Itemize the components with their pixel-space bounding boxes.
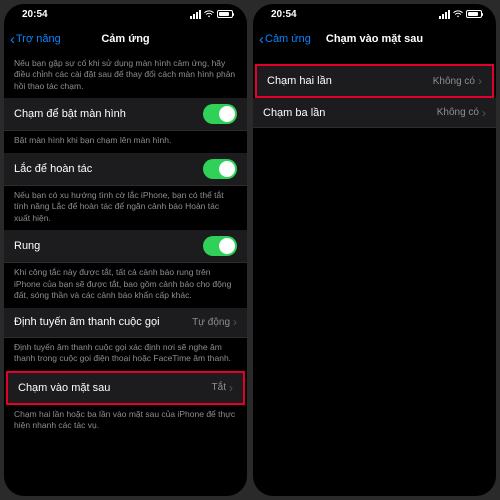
- row-back-tap[interactable]: Chạm vào mặt sau Tắt ›: [8, 373, 243, 403]
- status-right: [190, 10, 233, 19]
- row-audio-routing[interactable]: Định tuyến âm thanh cuộc gọi Tự động ›: [4, 308, 247, 338]
- chevron-right-icon: ›: [229, 381, 233, 395]
- row-shake-undo[interactable]: Lắc để hoàn tác: [4, 153, 247, 186]
- row-value: Tắt ›: [212, 381, 233, 395]
- status-time: 20:54: [22, 9, 48, 20]
- wifi-icon: [204, 10, 214, 18]
- row-label: Chạm hai lần: [267, 75, 332, 87]
- battery-icon: [217, 10, 233, 18]
- status-time: 20:54: [271, 9, 297, 20]
- wifi-icon: [453, 10, 463, 18]
- status-bar: 20:54: [4, 4, 247, 24]
- row-vibration[interactable]: Rung: [4, 230, 247, 263]
- row-double-tap[interactable]: Chạm hai lần Không có ›: [257, 66, 492, 96]
- signal-icon: [439, 10, 450, 19]
- chevron-left-icon: ‹: [259, 32, 264, 47]
- desc-vibe: Khi công tắc này được tắt, tất cả cảnh b…: [4, 263, 247, 307]
- status-bar: 20:54: [253, 4, 496, 24]
- row-tap-to-wake[interactable]: Chạm để bật màn hình: [4, 98, 247, 131]
- row-label: Chạm để bật màn hình: [14, 108, 126, 120]
- status-right: [439, 10, 482, 19]
- back-button[interactable]: ‹ Trợ năng: [10, 32, 61, 47]
- nav-bar: ‹ Cảm ứng Chạm vào mặt sau: [253, 24, 496, 54]
- content: Nếu bạn gặp sự cố khi sử dụng màn hình c…: [4, 54, 247, 496]
- phone-left: 20:54 ‹ Trợ năng Cảm ứng Nếu bạn gặp sự …: [4, 4, 247, 496]
- toggle-on-icon[interactable]: [203, 236, 237, 256]
- row-value: Không có ›: [437, 106, 486, 120]
- toggle-on-icon[interactable]: [203, 104, 237, 124]
- highlight-box: Chạm hai lần Không có ›: [255, 64, 494, 98]
- highlight-box: Chạm vào mặt sau Tắt ›: [6, 371, 245, 405]
- row-label: Chạm ba lần: [263, 107, 325, 119]
- signal-icon: [190, 10, 201, 19]
- back-label: Trợ năng: [16, 33, 61, 45]
- battery-icon: [466, 10, 482, 18]
- row-label: Lắc để hoàn tác: [14, 163, 92, 175]
- phone-right: 20:54 ‹ Cảm ứng Chạm vào mặt sau Chạm ha…: [253, 4, 496, 496]
- desc-audio: Định tuyến âm thanh cuộc gọi xác định nơ…: [4, 338, 247, 371]
- chevron-right-icon: ›: [233, 315, 237, 329]
- desc-tap-wake: Bật màn hình khi bạn chạm lên màn hình.: [4, 131, 247, 152]
- desc-backtap: Chạm hai lần hoặc ba lần vào mặt sau của…: [4, 405, 247, 438]
- row-label: Định tuyến âm thanh cuộc gọi: [14, 316, 160, 328]
- content: Chạm hai lần Không có › Chạm ba lần Khôn…: [253, 54, 496, 496]
- row-label: Chạm vào mặt sau: [18, 382, 110, 394]
- back-label: Cảm ứng: [265, 33, 311, 45]
- row-triple-tap[interactable]: Chạm ba lần Không có ›: [253, 98, 496, 128]
- nav-bar: ‹ Trợ năng Cảm ứng: [4, 24, 247, 54]
- toggle-on-icon[interactable]: [203, 159, 237, 179]
- chevron-right-icon: ›: [478, 74, 482, 88]
- chevron-right-icon: ›: [482, 106, 486, 120]
- row-value: Không có ›: [433, 74, 482, 88]
- chevron-left-icon: ‹: [10, 32, 15, 47]
- row-label: Rung: [14, 240, 40, 252]
- desc-shake: Nếu bạn có xu hướng tình cờ lắc iPhone, …: [4, 186, 247, 230]
- back-button[interactable]: ‹ Cảm ứng: [259, 32, 311, 47]
- intro-text: Nếu bạn gặp sự cố khi sử dụng màn hình c…: [4, 54, 247, 98]
- row-value: Tự động ›: [192, 315, 237, 329]
